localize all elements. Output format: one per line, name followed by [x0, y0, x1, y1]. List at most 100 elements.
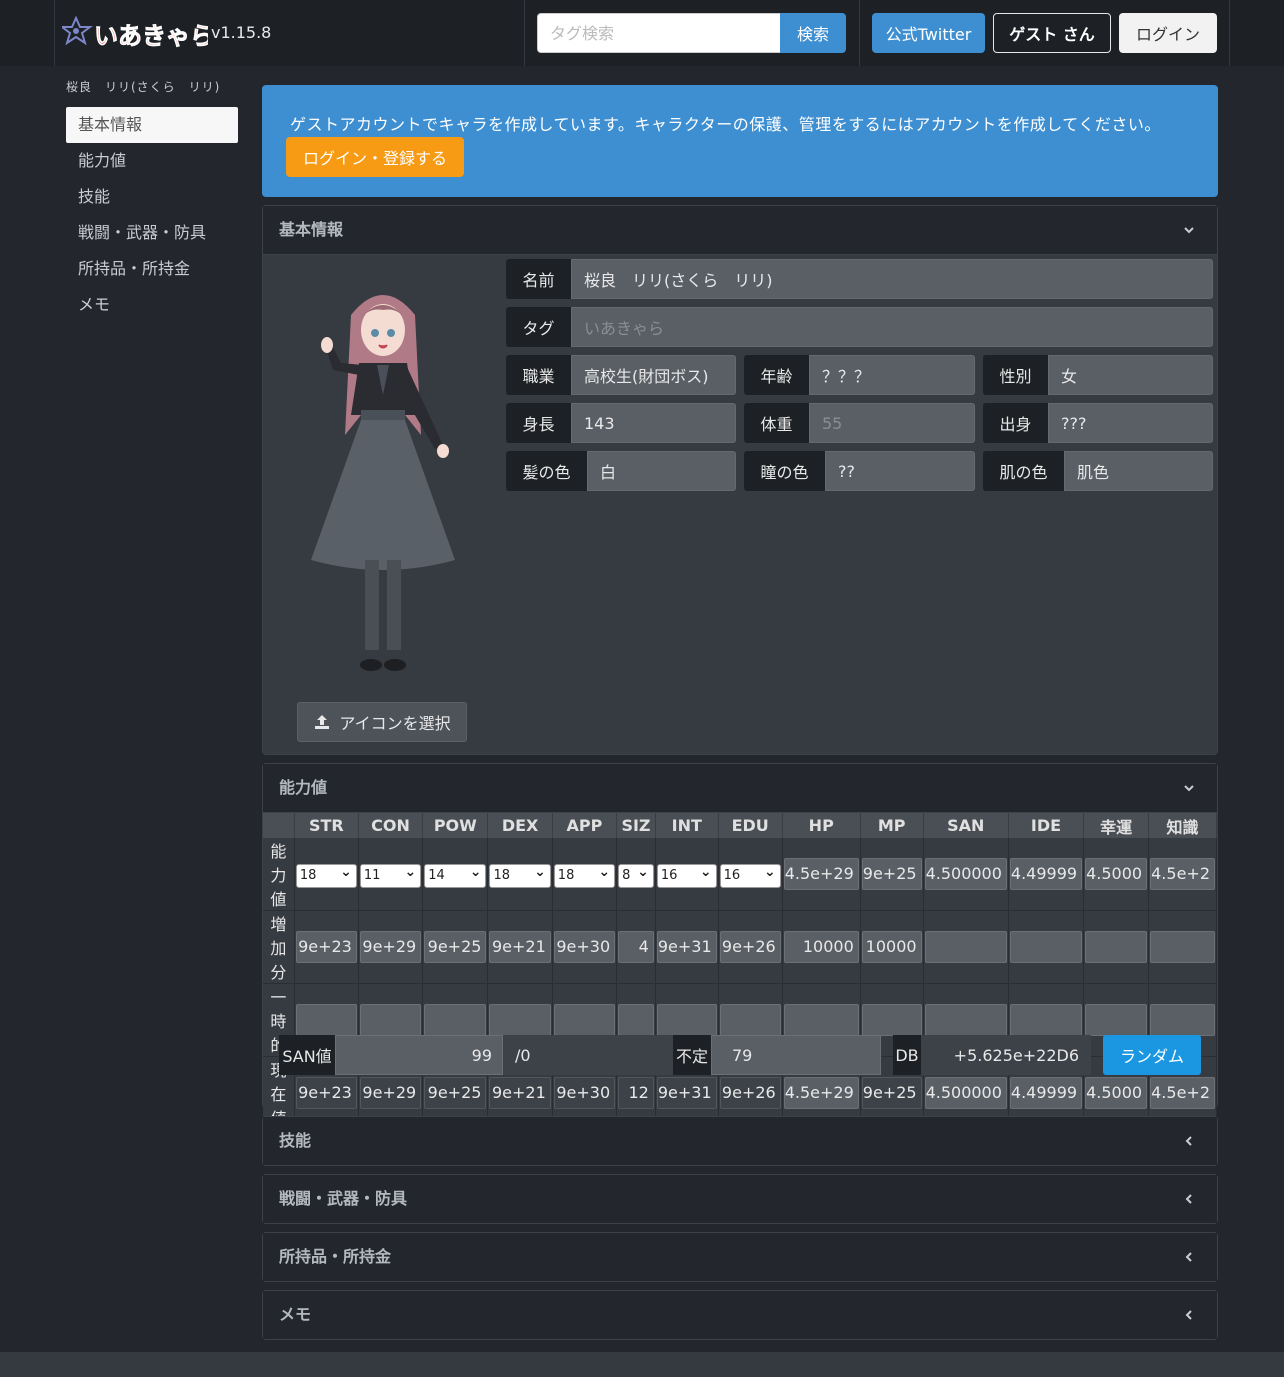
login-register-button[interactable]: ログイン・登録する: [286, 137, 464, 177]
height-input[interactable]: 143: [571, 403, 736, 443]
stat-input[interactable]: 4.5e+29: [783, 858, 859, 890]
random-button[interactable]: ランダム: [1103, 1035, 1201, 1075]
sex-field: 性別 女: [983, 355, 1213, 395]
stat-input[interactable]: [618, 1004, 654, 1036]
stat-value: 9e+23: [295, 1077, 357, 1109]
db-label: DB: [893, 1035, 921, 1075]
navbar-divider: [54, 0, 55, 66]
memo-panel[interactable]: メモ: [262, 1290, 1218, 1340]
stat-input[interactable]: 4: [618, 931, 654, 963]
stat-input[interactable]: [295, 1004, 357, 1036]
sidebar-item-abilities[interactable]: 能力値: [66, 143, 238, 179]
job-input[interactable]: 高校生(財団ボス): [571, 355, 736, 395]
stat-cell: 18: [487, 838, 553, 911]
site-logo[interactable]: いあきゃら: [62, 14, 208, 52]
stat-input[interactable]: [424, 1004, 487, 1036]
indefinite-value: 79: [711, 1035, 881, 1075]
sidebar-item-combat[interactable]: 戦闘・武器・防具: [66, 215, 238, 251]
stat-input[interactable]: [1085, 1004, 1148, 1036]
stat-value: 9e+29: [359, 1077, 422, 1109]
stat-value: 4.5e+29: [783, 1077, 859, 1109]
chevron-left-icon[interactable]: [1183, 1233, 1195, 1281]
login-button[interactable]: ログイン: [1119, 13, 1217, 53]
twitter-button[interactable]: 公式Twitter: [872, 13, 985, 53]
stat-input[interactable]: 9e+21: [489, 931, 551, 963]
stat-cell: 9e+23: [294, 910, 359, 984]
stat-input[interactable]: [1150, 931, 1215, 963]
stat-input[interactable]: [1150, 1004, 1215, 1036]
stat-input[interactable]: [553, 1004, 616, 1036]
chevron-left-icon[interactable]: [1183, 1175, 1195, 1223]
sidebar-item-items[interactable]: 所持品・所持金: [66, 251, 238, 287]
chevron-down-icon[interactable]: [1183, 206, 1195, 254]
stat-input[interactable]: 9e+23: [295, 931, 357, 963]
stat-input[interactable]: [489, 1004, 551, 1036]
sex-input[interactable]: 女: [1048, 355, 1213, 395]
tag-search-input[interactable]: [537, 13, 781, 53]
sidebar-item-memo[interactable]: メモ: [66, 287, 238, 323]
stat-select[interactable]: 18: [553, 861, 616, 888]
memo-header[interactable]: メモ: [263, 1291, 1217, 1339]
skills-panel[interactable]: 技能: [262, 1116, 1218, 1166]
stat-select[interactable]: 16: [719, 861, 781, 888]
stat-input[interactable]: 4.5000: [1085, 858, 1148, 890]
stat-select[interactable]: 16: [656, 861, 717, 888]
stat-cell: 4.5000: [1083, 838, 1150, 911]
stat-input[interactable]: [861, 1004, 922, 1036]
stat-input[interactable]: [1085, 931, 1148, 963]
stat-input[interactable]: 9e+25: [861, 858, 922, 890]
search-button[interactable]: 検索: [780, 13, 846, 53]
stat-input[interactable]: [783, 1004, 859, 1036]
stat-input[interactable]: 9e+26: [719, 931, 781, 963]
stat-input[interactable]: [1009, 931, 1083, 963]
sidebar-item-skills[interactable]: 技能: [66, 179, 238, 215]
san-input[interactable]: 99: [335, 1035, 503, 1075]
stat-input[interactable]: 4.5e+2: [1150, 858, 1215, 890]
stat-input[interactable]: 9e+29: [359, 931, 422, 963]
stat-select[interactable]: 18: [489, 861, 551, 888]
select-icon-button[interactable]: アイコンを選択: [297, 702, 467, 742]
stat-input[interactable]: 10000: [783, 931, 859, 963]
hair-color-input[interactable]: 白: [587, 451, 736, 491]
combat-panel[interactable]: 戦闘・武器・防具: [262, 1174, 1218, 1224]
stat-input[interactable]: 9e+31: [656, 931, 717, 963]
tag-input[interactable]: いあきゃら: [571, 307, 1213, 347]
stat-select[interactable]: 8: [618, 861, 654, 888]
stat-input[interactable]: [1009, 1004, 1083, 1036]
sex-label: 性別: [983, 355, 1048, 395]
name-input[interactable]: 桜良 リリ(さくら リリ): [571, 259, 1213, 299]
chevron-left-icon[interactable]: [1183, 1291, 1195, 1339]
basic-info-header[interactable]: 基本情報: [263, 206, 1217, 254]
weight-input[interactable]: 55: [809, 403, 975, 443]
ability-header[interactable]: 能力値: [263, 764, 1217, 812]
stat-input[interactable]: 9e+25: [424, 931, 487, 963]
stat-input[interactable]: 4.49999: [1009, 858, 1083, 890]
items-panel[interactable]: 所持品・所持金: [262, 1232, 1218, 1282]
stat-cell: 4: [616, 910, 656, 984]
chevron-down-icon[interactable]: [1183, 764, 1195, 812]
sidebar-item-basic[interactable]: 基本情報: [66, 107, 238, 143]
stat-input[interactable]: [719, 1004, 781, 1036]
guest-user-button[interactable]: ゲスト さん: [993, 13, 1111, 53]
stat-input[interactable]: [924, 1004, 1007, 1036]
stat-value: 9e+25: [424, 1077, 487, 1109]
chevron-left-icon[interactable]: [1183, 1117, 1195, 1165]
stat-input[interactable]: 10000: [861, 931, 922, 963]
stat-select[interactable]: 18: [295, 861, 357, 888]
stat-input[interactable]: 9e+30: [553, 931, 616, 963]
stat-header: 知識: [1148, 813, 1217, 838]
san-max: /0: [503, 1035, 673, 1075]
stat-input[interactable]: [359, 1004, 422, 1036]
stat-input[interactable]: [656, 1004, 717, 1036]
stat-input[interactable]: 4.500000: [924, 858, 1007, 890]
stat-select[interactable]: 14: [424, 861, 487, 888]
origin-input[interactable]: ???: [1048, 403, 1213, 443]
stat-select[interactable]: 11: [359, 861, 422, 888]
skin-color-input[interactable]: 肌色: [1064, 451, 1213, 491]
items-header[interactable]: 所持品・所持金: [263, 1233, 1217, 1281]
eye-color-input[interactable]: ??: [825, 451, 975, 491]
combat-header[interactable]: 戦闘・武器・防具: [263, 1175, 1217, 1223]
age-input[interactable]: ？？？: [809, 355, 975, 395]
stat-input[interactable]: [924, 931, 1007, 963]
skills-header[interactable]: 技能: [263, 1117, 1217, 1165]
